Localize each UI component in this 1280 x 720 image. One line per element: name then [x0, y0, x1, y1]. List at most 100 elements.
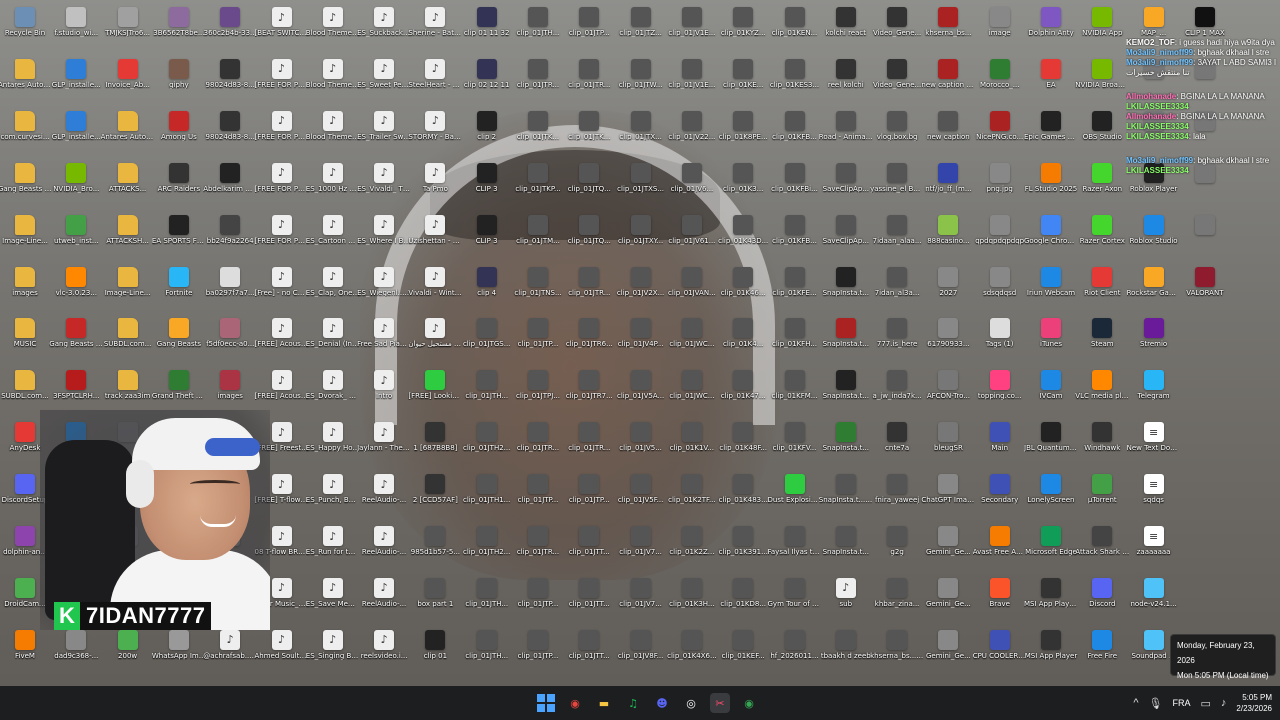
desktop-icon[interactable]: clip 02 12 11	[462, 56, 512, 106]
desktop-icon[interactable]: MSI App Player Engine	[1024, 575, 1078, 625]
desktop-icon[interactable]: ♪Ahmed Soultan -...	[255, 627, 309, 677]
desktop-icon[interactable]: ChatGPT Image 3 fe...	[921, 471, 975, 521]
desktop-icon[interactable]: Epic Games Launcher	[1024, 108, 1078, 158]
desktop-icon[interactable]: clip_01KFB...	[770, 108, 820, 158]
desktop-icon[interactable]: Dolphin Anty	[1026, 4, 1076, 54]
desktop-icon[interactable]: khserna_bs... (1)	[870, 627, 924, 677]
desktop-icon[interactable]: ♪ ReelAudio-...	[359, 523, 409, 573]
desktop-icon[interactable]: Free Fire	[1077, 627, 1127, 677]
taskbar-clock[interactable]: 5:05 PM 2/23/2026	[1236, 692, 1272, 714]
desktop-icon[interactable]: Attack Shark Driver v4	[1075, 523, 1129, 573]
desktop-icon[interactable]: 1 [687B8B8]	[410, 419, 460, 469]
desktop-icon[interactable]: clip_01JV4P...	[616, 315, 666, 365]
desktop-icon[interactable]: ♪[Free] - no Casablan...	[255, 264, 309, 314]
desktop-icon[interactable]: clip_01K483...	[718, 471, 768, 521]
desktop-icon[interactable]: clip_01JTQ...	[564, 212, 614, 262]
desktop-icon[interactable]: com.curvesi...	[0, 108, 50, 158]
desktop-icon[interactable]: ATTACKSH...	[103, 212, 153, 262]
desktop-icon[interactable]: JBL QuantumE...	[1024, 419, 1078, 469]
desktop-icon[interactable]: ♪Blood Theme (Instrument...	[306, 108, 360, 158]
desktop-icon[interactable]: node-v24.1...	[1129, 575, 1179, 625]
desktop-icon[interactable]: clip_01JTP...	[513, 315, 563, 365]
desktop-icon[interactable]: ♪ sub	[821, 575, 871, 625]
desktop-icon[interactable]: clip 01 11 32	[462, 4, 512, 54]
desktop-icon[interactable]: clip 4	[462, 264, 512, 314]
desktop-icon[interactable]: dad9c368-...	[51, 627, 101, 677]
desktop-icon[interactable]: ♪ Intro	[359, 367, 409, 417]
desktop-icon[interactable]: a_jw_inda7k...	[872, 367, 922, 417]
desktop-icon[interactable]: clip_01JTH...	[462, 367, 512, 417]
desktop-icon[interactable]: Antares Auto-Tune...	[0, 56, 52, 106]
desktop-icon[interactable]: clip_01KFB...	[770, 212, 820, 262]
desktop-icon[interactable]: clip 01	[410, 627, 460, 677]
desktop-icon[interactable]: clip_01KE...	[718, 56, 768, 106]
desktop-icon[interactable]: ♪Blood Theme (Instrument...	[306, 56, 360, 106]
desktop-icon[interactable]: clip_01JV7...	[616, 575, 666, 625]
desktop-icon[interactable]: clip_01JTP...	[513, 575, 563, 625]
desktop-icon[interactable]: Faysal Ilyas twina tiktok...	[768, 523, 822, 573]
desktop-icon[interactable]: ♪ES_Denial (Instrument...	[306, 315, 360, 365]
desktop-icon[interactable]: 7idan_al3a...	[872, 264, 922, 314]
desktop-icon[interactable]: clip_01JTH...	[513, 4, 563, 54]
desktop-icon[interactable]: clip_01JTH2...	[462, 419, 512, 469]
desktop-icon[interactable]: clip_01KYZ...	[718, 4, 768, 54]
desktop-icon[interactable]: clip_01JTKP...	[513, 160, 563, 210]
desktop-icon[interactable]: clip_01JV7...	[616, 523, 666, 573]
desktop-icon[interactable]: NicePNG.co...	[975, 108, 1025, 158]
desktop-icon[interactable]: clip_01JTT...	[564, 523, 614, 573]
desktop-icon[interactable]: Gemini_Ge...	[923, 575, 973, 625]
microphone-icon[interactable]: 🎙	[1149, 697, 1163, 710]
desktop-icon[interactable]: IVCam	[1026, 367, 1076, 417]
desktop-icon[interactable]: ♪Uzishettan - SOLO (Vis...	[408, 212, 462, 262]
desktop-icon[interactable]: ARC Raiders	[154, 160, 204, 210]
desktop-icon[interactable]: new caption (1)	[921, 56, 975, 106]
desktop-icon[interactable]: clip_01JTXS...	[616, 160, 666, 210]
desktop-icon[interactable]: AFCON-Tro...	[923, 367, 973, 417]
desktop-icon[interactable]: clip_01K3H...	[667, 575, 717, 625]
desktop-icon[interactable]: ♪ES_Where I Belong (Ins...	[357, 212, 411, 262]
desktop-icon[interactable]: ♪ES_Cartoon Comic Ex...	[306, 212, 360, 262]
desktop-icon[interactable]: clip_01JWC...	[667, 367, 717, 417]
desktop-icon[interactable]: ♪Free Sad Piano Type...	[357, 315, 411, 365]
desktop-icon[interactable]: clip_01JTR...	[513, 419, 563, 469]
desktop-icon[interactable]: clip_01JTXY...	[616, 212, 666, 262]
desktop-icon[interactable]: ♪Vivaldi - Winter (Tec...	[408, 264, 462, 314]
desktop-icon[interactable]: clip_01JV5...	[616, 419, 666, 469]
desktop-icon[interactable]: Tags (1)	[975, 315, 1025, 365]
desktop-icon[interactable]: NVIDIA Broadcast	[1075, 56, 1129, 106]
desktop-icon[interactable]: clip_01JTR...	[513, 56, 563, 106]
desktop-icon[interactable]: ♪[FREE FOR PROFIT]...	[255, 56, 309, 106]
desktop-icon[interactable]: clip_01K2Z...	[667, 523, 717, 573]
desktop-icon[interactable]: LonelyScreen	[1026, 471, 1076, 521]
desktop-icon[interactable]: clip_01JTQ...	[564, 160, 614, 210]
desktop-icon[interactable]: MSI App Player	[1025, 627, 1077, 677]
desktop-icon[interactable]: bleugSR	[923, 419, 973, 469]
desktop-icon[interactable]: Gym Tour of Bangtao ...	[768, 575, 822, 625]
desktop-icon[interactable]: Antares Auto-Tune...	[101, 108, 155, 158]
desktop-icon[interactable]: ♪@achrafsab... - DIMA MA...	[203, 627, 257, 677]
desktop-icon[interactable]: clip_01KEF...	[718, 627, 768, 677]
desktop-icon[interactable]: 888casino...	[923, 212, 973, 262]
desktop-icon[interactable]: Video_Gene...	[872, 4, 922, 54]
desktop-icon[interactable]: hf_2026011...	[770, 627, 820, 677]
desktop-icon[interactable]: ntf/jo_ff_(m...	[923, 160, 973, 210]
desktop-icon[interactable]: ≡ sqdqs	[1129, 471, 1179, 521]
desktop-icon[interactable]: fnira_yaweej	[872, 471, 922, 521]
desktop-icon[interactable]: FiveM	[0, 627, 50, 677]
desktop-icon[interactable]: ♪SteelHeart - She's Gone	[408, 56, 462, 106]
desktop-icon[interactable]: Among Us	[154, 108, 204, 158]
desktop-icon[interactable]: clip_01JTM...	[513, 212, 563, 262]
desktop-icon[interactable]: iTunes	[1026, 315, 1076, 365]
desktop-icon[interactable]: 360c2b4b-33...	[204, 4, 257, 54]
desktop-icon[interactable]: clip_01KFM...	[770, 367, 820, 417]
desktop-icon[interactable]: VLC media player	[1075, 367, 1129, 417]
desktop-icon[interactable]: ♪Blood Theme (Instrument...	[306, 4, 360, 54]
desktop-icon[interactable]: CPU COOLER V4.0	[973, 627, 1027, 677]
desktop-icon[interactable]: tbaakh d zeeb	[821, 627, 871, 677]
desktop-icon[interactable]: yassine_el Bomaly	[870, 160, 924, 210]
capcut-icon[interactable]: ✂	[710, 693, 730, 713]
desktop-icon[interactable]: clip_01JV5F...	[616, 471, 666, 521]
desktop-icon[interactable]: ≡New Text Document	[1127, 419, 1181, 469]
desktop-icon[interactable]: Gang Beasts	[154, 315, 204, 365]
desktop-icon[interactable]: Steam	[1077, 315, 1127, 365]
